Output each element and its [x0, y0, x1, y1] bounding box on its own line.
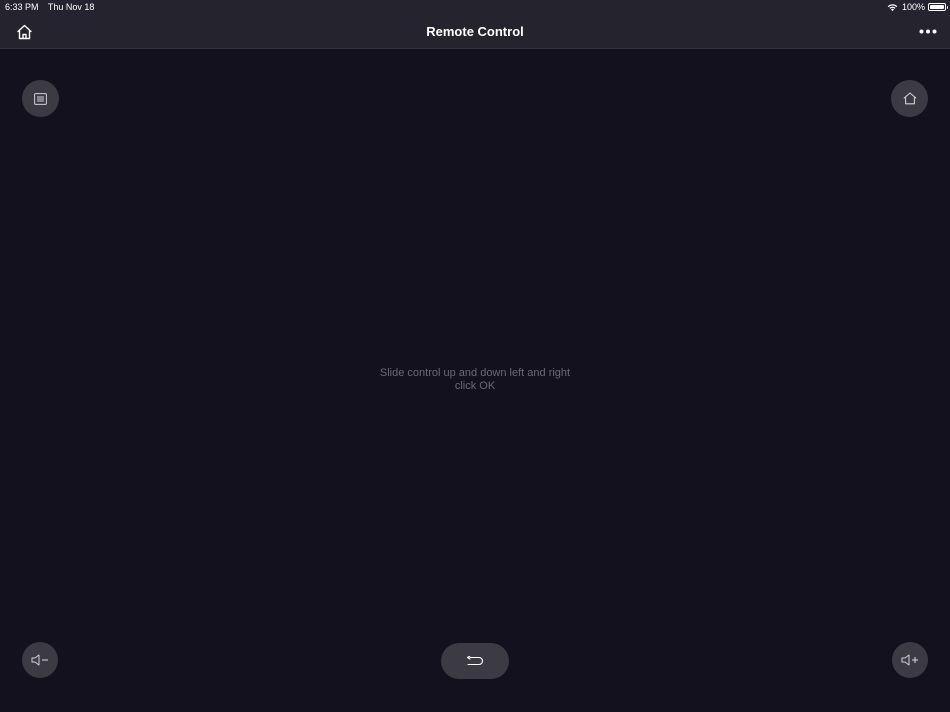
more-button[interactable] [918, 22, 938, 41]
battery-icon [928, 3, 948, 11]
status-date: Thu Nov 18 [47, 2, 95, 12]
nav-bar: Remote Control [0, 14, 950, 49]
page-title: Remote Control [426, 24, 524, 39]
home-icon [903, 92, 916, 105]
return-arrow-icon [466, 655, 484, 665]
wifi-icon [887, 3, 898, 11]
menu-button[interactable] [22, 80, 59, 117]
touchpad-hint[interactable]: Slide control up and down left and right… [300, 367, 650, 393]
home-button[interactable] [891, 80, 928, 117]
volume-up-button[interactable] [892, 642, 928, 678]
menu-list-icon [34, 92, 47, 105]
battery-percent: 100% [901, 2, 925, 12]
status-bar: 6:33 PM Thu Nov 18 100% [0, 0, 950, 14]
home-icon [17, 24, 32, 39]
status-time: 6:33 PM [5, 2, 39, 12]
hint-line-1: Slide control up and down left and right [379, 367, 571, 379]
hint-line-2: click OK [454, 380, 496, 392]
nav-home-button[interactable] [15, 22, 34, 41]
volume-down-icon [31, 654, 48, 666]
back-button[interactable] [441, 643, 509, 679]
status-right: 100% [887, 0, 948, 14]
status-left: 6:33 PM Thu Nov 18 [5, 0, 101, 14]
more-dots-icon [919, 29, 937, 34]
volume-up-icon [901, 654, 918, 666]
volume-down-button[interactable] [22, 642, 58, 678]
